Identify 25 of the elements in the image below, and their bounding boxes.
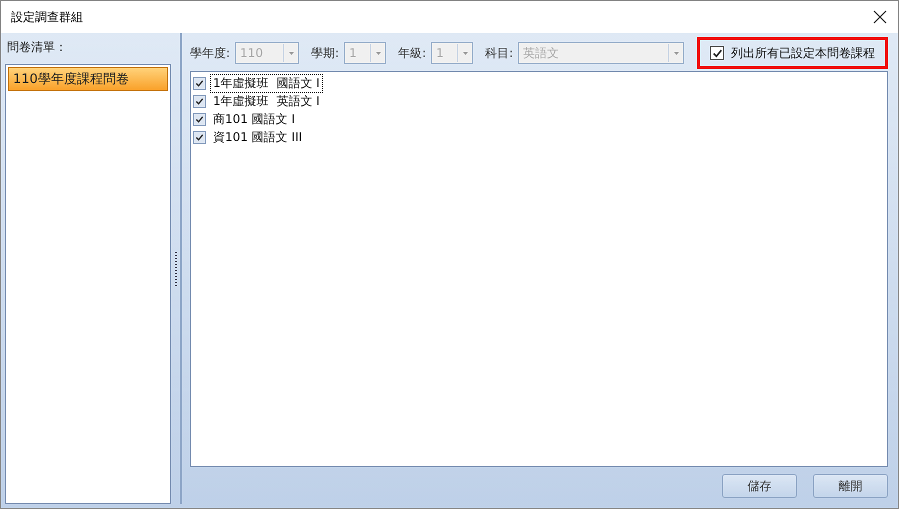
dropdown-arrow-icon [674,52,679,54]
course-item[interactable]: 1年虛擬班 國語文 I [210,74,323,92]
checkbox-label: 列出所有已設定本問卷課程 [731,44,875,62]
survey-item[interactable]: 110學年度課程問卷 [8,67,168,91]
checkbox[interactable] [193,112,206,126]
course-item[interactable]: 資101 國語文 III [210,128,306,146]
dropdown-arrow-icon [376,52,381,54]
checkbox[interactable] [710,46,724,60]
checkbox[interactable] [193,130,206,144]
dialog-button[interactable]: 儲存 [722,474,797,498]
close-icon[interactable] [872,9,888,25]
window-title: 設定調查群組 [11,8,83,26]
checkbox[interactable] [193,76,206,90]
dropdown-arrow-icon [288,52,294,54]
dropdown-arrow-icon [462,52,468,54]
dialog-button[interactable]: 離開 [813,474,888,498]
filter-label: 學期: [311,44,340,62]
course-item[interactable]: 1年虛擬班 英語文 I [210,92,323,110]
filter-label: 學年度: [190,44,230,62]
course-item[interactable]: 商101 國語文 I [210,110,298,128]
list-all-checkbox[interactable]: 列出所有已設定本問卷課程 [697,37,888,69]
sidebar-label: 問卷清單： [6,39,68,56]
filter-label: 科目: [485,44,514,62]
filter-label: 年級: [398,44,426,62]
checkbox[interactable] [193,94,206,108]
